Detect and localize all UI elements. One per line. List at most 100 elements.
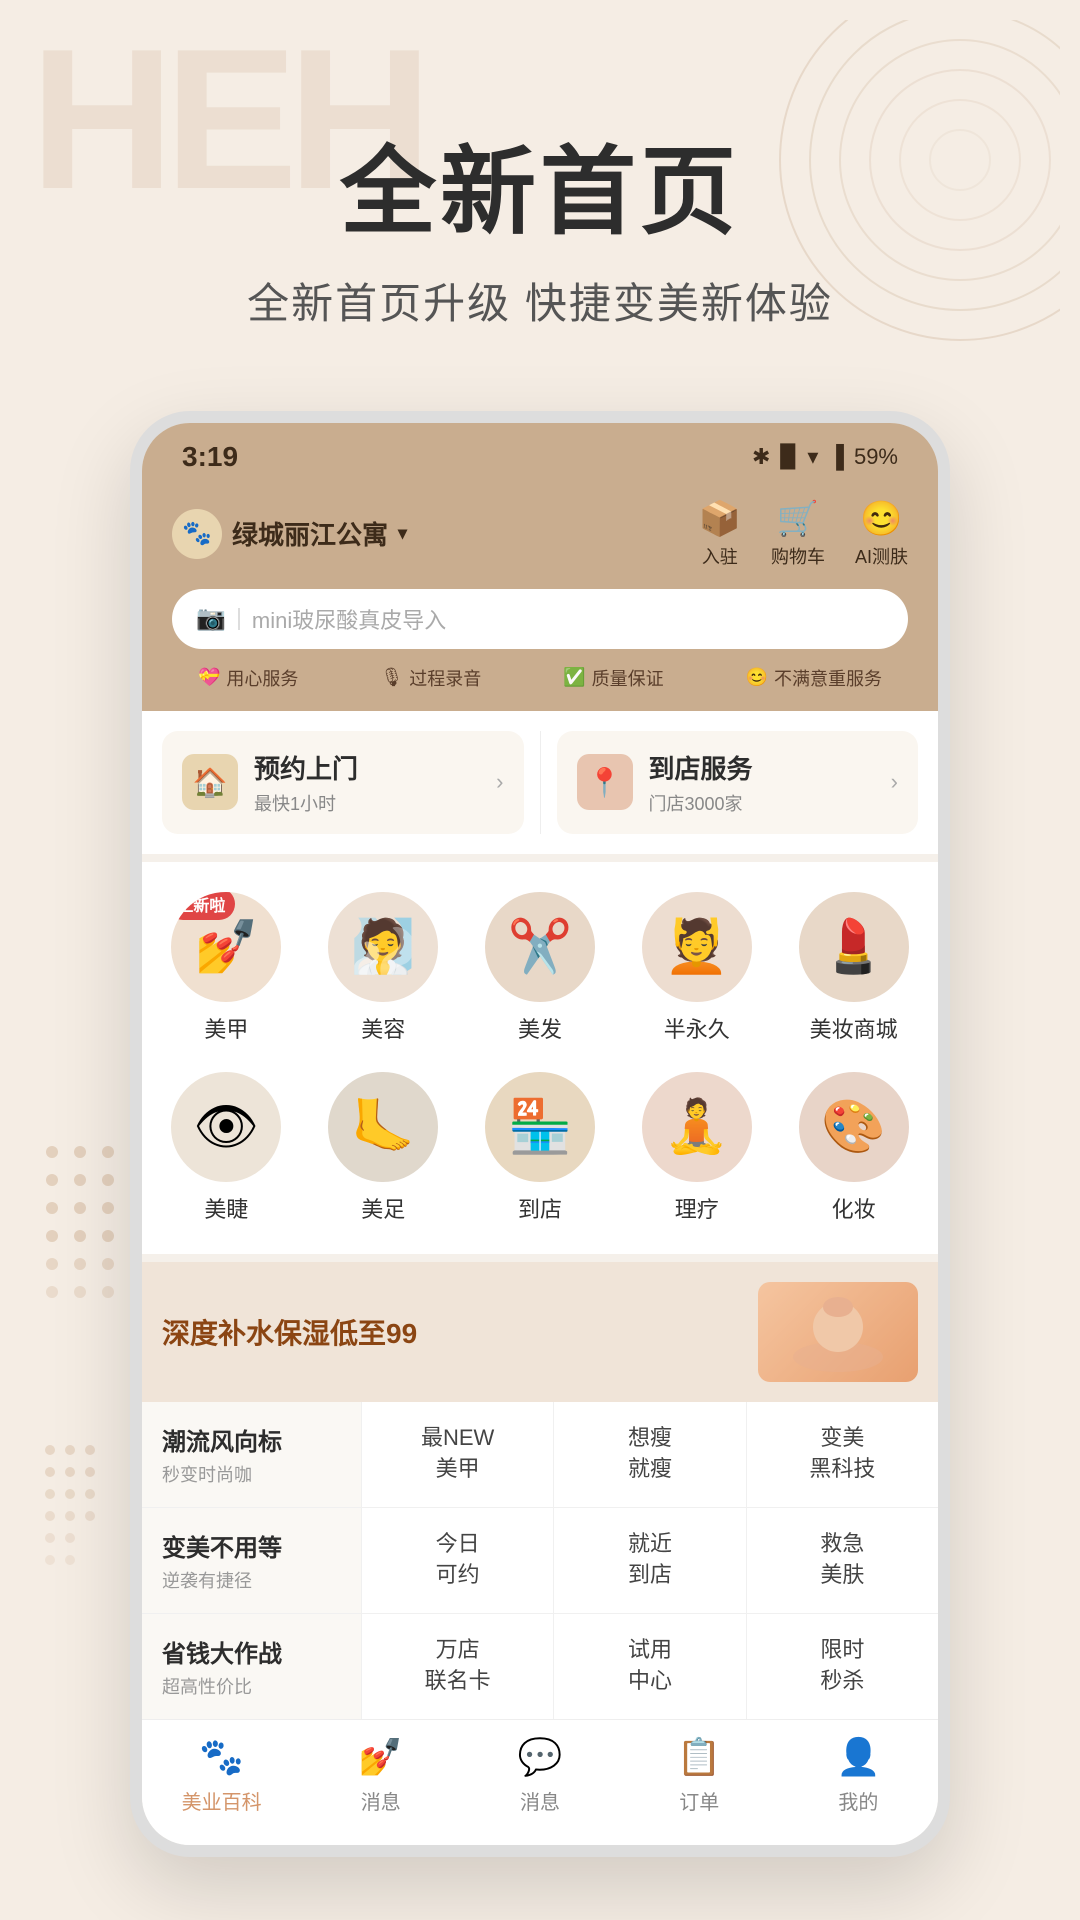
ai-skin-button[interactable]: 😊 AI测肤 bbox=[855, 499, 908, 569]
return-label: 不满意重服务 bbox=[774, 665, 882, 691]
menu-row-trend: 潮流风向标 秒变时尚咖 最NEW美甲 想瘦就瘦 变美黑科技 bbox=[142, 1402, 938, 1508]
header-actions: 📦 入驻 🛒 购物车 😊 AI测肤 bbox=[699, 499, 908, 569]
nail-label: 美甲 bbox=[204, 1012, 248, 1044]
save-sub-label: 超高性价比 bbox=[162, 1673, 341, 1699]
banner-section[interactable]: 深度补水保湿低至99 bbox=[142, 1262, 938, 1402]
user-avatar: 🐾 bbox=[172, 509, 222, 559]
subtitle: 全新首页升级 快捷变美新体验 bbox=[60, 270, 1020, 331]
trend-item-2[interactable]: 想瘦就瘦 bbox=[554, 1402, 746, 1507]
nav-message-label: 消息 bbox=[520, 1786, 560, 1815]
return-icon: 😊 bbox=[746, 667, 768, 688]
category-semi-perm[interactable]: 💆 半永久 bbox=[622, 882, 771, 1054]
bluetooth-icon: ✱ bbox=[752, 444, 770, 470]
semi-perm-circle: 💆 bbox=[642, 892, 752, 1002]
trend-item-1-text: 最NEW美甲 bbox=[421, 1423, 494, 1485]
home-service-icon: 🏠 bbox=[182, 754, 238, 810]
cart-label: 购物车 bbox=[771, 543, 825, 569]
category-cosmetics[interactable]: 💄 美妆商城 bbox=[779, 882, 928, 1054]
care-label: 用心服务 bbox=[226, 665, 298, 691]
card-divider bbox=[540, 731, 541, 834]
search-bar[interactable]: 📷 mini玻尿酸真皮导入 bbox=[172, 589, 908, 649]
nav-home[interactable]: 🐾 美业百科 bbox=[142, 1736, 301, 1815]
makeup-label: 化妆 bbox=[832, 1192, 876, 1224]
nav-message[interactable]: 💬 消息 bbox=[460, 1736, 619, 1815]
checkin-button[interactable]: 📦 入驻 bbox=[699, 499, 741, 569]
store-service-title: 到店服务 bbox=[649, 749, 875, 786]
category-lash[interactable]: 👁 美睫 bbox=[152, 1062, 301, 1234]
signal-icon: ▉ bbox=[780, 444, 797, 470]
store-label: 到店 bbox=[518, 1192, 562, 1224]
trend-item-1[interactable]: 最NEW美甲 bbox=[362, 1402, 554, 1507]
lash-circle: 👁 bbox=[171, 1072, 281, 1182]
beauty-circle: 🧖 bbox=[328, 892, 438, 1002]
save-item-1-text: 万店联名卡 bbox=[425, 1635, 491, 1697]
location-name: 绿城丽江公寓 bbox=[232, 515, 388, 552]
location-selector[interactable]: 🐾 绿城丽江公寓 ▾ bbox=[172, 509, 407, 559]
nav-orders-icon: 📋 bbox=[677, 1736, 722, 1778]
bottom-nav: 🐾 美业百科 💅 消息 💬 消息 📋 订单 👤 我的 bbox=[142, 1719, 938, 1845]
cart-icon: 🛒 bbox=[777, 499, 819, 539]
home-service-title: 预约上门 bbox=[254, 749, 480, 786]
trend-label-cell: 潮流风向标 秒变时尚咖 bbox=[142, 1402, 362, 1507]
save-item-3[interactable]: 限时秒杀 bbox=[747, 1614, 938, 1719]
nowait-item-3[interactable]: 救急美肤 bbox=[747, 1508, 938, 1613]
makeup-circle: 🎨 bbox=[799, 1072, 909, 1182]
store-service-sub: 门店3000家 bbox=[649, 790, 875, 816]
checkin-icon: 📦 bbox=[699, 499, 741, 539]
category-therapy[interactable]: 🧘 理疗 bbox=[622, 1062, 771, 1234]
nav-brush[interactable]: 💅 消息 bbox=[301, 1736, 460, 1815]
cosmetics-circle: 💄 bbox=[799, 892, 909, 1002]
menu-row-nowait: 变美不用等 逆袭有捷径 今日可约 就近到店 救急美肤 bbox=[142, 1508, 938, 1614]
category-store[interactable]: 🏪 到店 bbox=[466, 1062, 615, 1234]
nowait-item-2[interactable]: 就近到店 bbox=[554, 1508, 746, 1613]
service-cards: 🏠 预约上门 最快1小时 › 📍 到店服务 门店3000家 › bbox=[142, 711, 938, 854]
nav-profile-label: 我的 bbox=[838, 1786, 878, 1815]
trend-main-label: 潮流风向标 bbox=[162, 1422, 341, 1457]
category-hair[interactable]: ✂️ 美发 bbox=[466, 882, 615, 1054]
hair-label: 美发 bbox=[518, 1012, 562, 1044]
nav-home-label: 美业百科 bbox=[182, 1786, 262, 1815]
save-item-1[interactable]: 万店联名卡 bbox=[362, 1614, 554, 1719]
nav-profile[interactable]: 👤 我的 bbox=[779, 1736, 938, 1815]
nav-message-icon: 💬 bbox=[518, 1736, 563, 1778]
category-grid: 上新啦 💅 美甲 🧖 美容 ✂️ 美发 💆 bbox=[152, 882, 928, 1234]
main-title: 全新首页 bbox=[60, 140, 1020, 246]
menu-section: 潮流风向标 秒变时尚咖 最NEW美甲 想瘦就瘦 变美黑科技 bbox=[142, 1402, 938, 1719]
nail-circle: 上新啦 💅 bbox=[171, 892, 281, 1002]
ai-skin-icon: 😊 bbox=[860, 499, 902, 539]
cosmetics-label: 美妆商城 bbox=[810, 1012, 898, 1044]
semi-perm-label: 半永久 bbox=[664, 1012, 730, 1044]
category-pedi[interactable]: 🦶 美足 bbox=[309, 1062, 458, 1234]
category-makeup[interactable]: 🎨 化妆 bbox=[779, 1062, 928, 1234]
battery-text: 59% bbox=[854, 444, 898, 470]
care-icon: 💝 bbox=[198, 667, 220, 688]
search-section: 📷 mini玻尿酸真皮导入 bbox=[142, 589, 938, 665]
banner-image bbox=[758, 1282, 918, 1382]
trend-item-3[interactable]: 变美黑科技 bbox=[747, 1402, 938, 1507]
service-tags: 💝 用心服务 🎙 过程录音 ✅ 质量保证 😊 不满意重服务 bbox=[142, 665, 938, 711]
cart-button[interactable]: 🛒 购物车 bbox=[771, 499, 825, 569]
signal-bars: ▐ bbox=[828, 444, 844, 470]
save-item-2[interactable]: 试用中心 bbox=[554, 1614, 746, 1719]
nowait-item-2-text: 就近到店 bbox=[628, 1529, 672, 1591]
home-service-card[interactable]: 🏠 预约上门 最快1小时 › bbox=[162, 731, 524, 834]
therapy-circle: 🧘 bbox=[642, 1072, 752, 1182]
checkin-label: 入驻 bbox=[702, 543, 738, 569]
store-service-card[interactable]: 📍 到店服务 门店3000家 › bbox=[557, 731, 919, 834]
phone-mockup: 3:19 ✱ ▉ ▾ ▐ 59% 🐾 绿城丽江公寓 ▾ 📦 入驻 bbox=[130, 411, 950, 1857]
menu-row-save: 省钱大作战 超高性价比 万店联名卡 试用中心 限时秒杀 bbox=[142, 1614, 938, 1719]
nav-brush-icon: 💅 bbox=[358, 1736, 403, 1778]
app-header: 🐾 绿城丽江公寓 ▾ 📦 入驻 🛒 购物车 😊 AI测肤 bbox=[142, 485, 938, 589]
quality-icon: ✅ bbox=[563, 667, 585, 688]
new-badge: 上新啦 bbox=[171, 892, 235, 920]
nav-brush-label: 消息 bbox=[361, 1786, 401, 1815]
category-nail[interactable]: 上新啦 💅 美甲 bbox=[152, 882, 301, 1054]
nav-orders[interactable]: 📋 订单 bbox=[620, 1736, 779, 1815]
hair-circle: ✂️ bbox=[485, 892, 595, 1002]
nowait-label-cell: 变美不用等 逆袭有捷径 bbox=[142, 1508, 362, 1613]
nowait-main-label: 变美不用等 bbox=[162, 1528, 341, 1563]
nowait-item-1[interactable]: 今日可约 bbox=[362, 1508, 554, 1613]
trend-item-2-text: 想瘦就瘦 bbox=[628, 1423, 672, 1485]
category-beauty[interactable]: 🧖 美容 bbox=[309, 882, 458, 1054]
home-service-sub: 最快1小时 bbox=[254, 790, 480, 816]
